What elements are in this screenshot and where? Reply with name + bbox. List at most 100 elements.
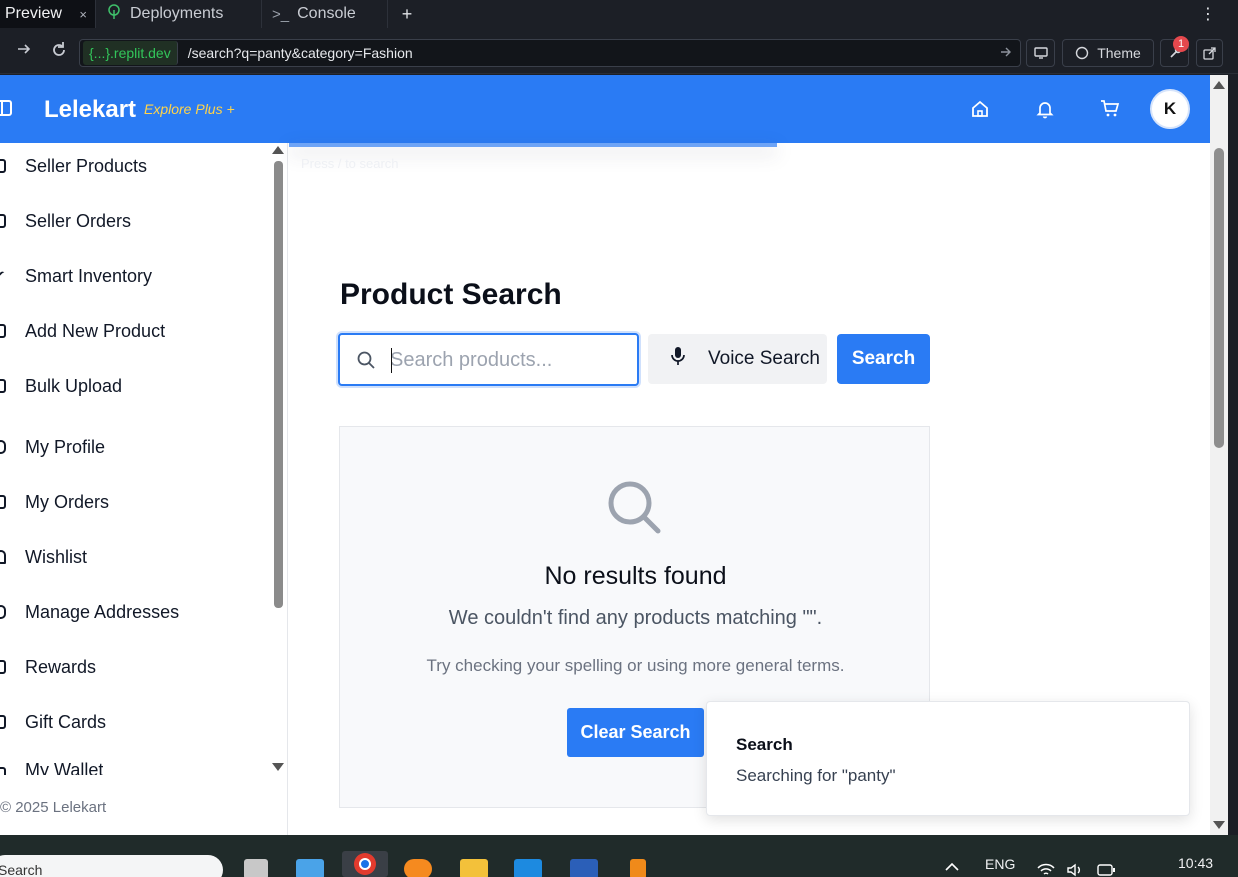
url-path: /search?q=panty&category=Fashion bbox=[187, 45, 413, 61]
os-taskbar: Search ENG 10:43 bbox=[0, 835, 1238, 877]
monitor-icon bbox=[1033, 47, 1048, 59]
text-caret bbox=[391, 348, 392, 373]
sidebar-item-label: Seller Orders bbox=[25, 210, 132, 231]
more-menu-icon[interactable]: ⋮ bbox=[1200, 4, 1216, 24]
cart-icon[interactable] bbox=[1100, 99, 1120, 124]
toast-notification[interactable]: Search Searching for "panty" bbox=[706, 701, 1190, 816]
search-icon bbox=[356, 350, 376, 375]
language-indicator[interactable]: ENG bbox=[985, 856, 1015, 872]
deploy-icon bbox=[106, 4, 122, 24]
device-preview-button[interactable] bbox=[1026, 39, 1055, 67]
sidebar-item-wishlist[interactable]: Wishlist bbox=[0, 542, 87, 572]
tab-deployments-label: Deployments bbox=[130, 5, 224, 22]
tab-bar: Preview × Deployments >_ Console + ⋮ bbox=[0, 0, 1238, 28]
go-arrow-icon[interactable] bbox=[1000, 45, 1012, 61]
page-scrollbar[interactable] bbox=[1210, 75, 1228, 835]
word-icon[interactable] bbox=[570, 859, 598, 877]
tab-preview-label: Preview bbox=[5, 5, 62, 22]
sidebar-item-smart-inventory[interactable]: Smart Inventory bbox=[0, 261, 152, 291]
notification-badge: 1 bbox=[1173, 36, 1189, 52]
sidebar-item-seller-orders[interactable]: Seller Orders bbox=[0, 206, 131, 236]
tab-console[interactable]: >_ Console bbox=[262, 0, 388, 28]
search-hint: Press / to search bbox=[301, 156, 399, 171]
sidebar-item-label: Rewards bbox=[25, 656, 97, 677]
search-input[interactable] bbox=[390, 343, 630, 377]
clock-time[interactable]: 10:43 bbox=[1178, 855, 1213, 871]
gift-icon bbox=[0, 660, 6, 674]
url-host: {...}.replit.dev bbox=[83, 41, 178, 65]
wifi-icon[interactable] bbox=[1036, 863, 1056, 877]
clear-search-button[interactable]: Clear Search bbox=[567, 708, 704, 757]
frame-edge bbox=[1228, 75, 1238, 835]
sidebar-toggle-icon[interactable] bbox=[0, 100, 12, 116]
sidebar-item-my-orders[interactable]: My Orders bbox=[0, 487, 109, 517]
theme-label: Theme bbox=[1097, 45, 1141, 61]
firefox-icon[interactable] bbox=[404, 859, 432, 877]
clipboard-list-icon bbox=[0, 495, 6, 509]
sidebar-scrollbar[interactable] bbox=[272, 143, 286, 773]
sidebar-item-rewards[interactable]: Rewards bbox=[0, 652, 96, 682]
toast-description: Searching for "panty" bbox=[736, 766, 896, 785]
chrome-icon[interactable] bbox=[342, 851, 388, 877]
sidebar-item-seller-products[interactable]: Seller Products bbox=[0, 151, 147, 181]
vscode-icon[interactable] bbox=[514, 859, 542, 877]
package-icon bbox=[0, 159, 6, 173]
home-icon[interactable] bbox=[970, 99, 990, 124]
volume-icon[interactable] bbox=[1066, 863, 1086, 877]
theme-button[interactable]: Theme bbox=[1062, 39, 1154, 67]
palette-icon bbox=[1076, 46, 1089, 60]
sidebar-item-label: Smart Inventory bbox=[25, 265, 153, 286]
tab-preview[interactable]: Preview × bbox=[0, 0, 96, 28]
task-view-icon[interactable] bbox=[244, 859, 268, 877]
search-field[interactable] bbox=[338, 333, 639, 386]
copyright: © 2025 Lelekart bbox=[0, 799, 107, 816]
logo[interactable]: Lelekart bbox=[44, 96, 136, 124]
card-icon bbox=[0, 715, 6, 729]
sidebar-item-gift-cards[interactable]: Gift Cards bbox=[0, 707, 106, 737]
microphone-icon bbox=[670, 346, 686, 372]
chevron-up-icon[interactable] bbox=[944, 859, 960, 875]
sidebar-item-label: Add New Product bbox=[25, 320, 166, 341]
sidebar-scroll-thumb[interactable] bbox=[274, 161, 283, 608]
reload-icon[interactable] bbox=[50, 41, 68, 64]
sidebar-item-manage-addresses[interactable]: Manage Addresses bbox=[0, 597, 179, 627]
avatar[interactable]: K bbox=[1150, 89, 1190, 129]
scroll-down-icon[interactable] bbox=[1213, 821, 1225, 829]
explore-plus-link[interactable]: Explore Plus + bbox=[144, 101, 235, 117]
copilot-icon[interactable] bbox=[296, 859, 324, 877]
scroll-down-icon[interactable] bbox=[272, 763, 284, 771]
file-explorer-icon[interactable] bbox=[460, 859, 488, 877]
sidebar-item-label: Wishlist bbox=[25, 546, 87, 567]
app-header: Lelekart Explore Plus + K bbox=[0, 75, 1210, 143]
voice-search-button[interactable]: Voice Search bbox=[648, 334, 827, 384]
trend-up-icon bbox=[0, 270, 7, 282]
forward-arrow-icon[interactable] bbox=[16, 41, 32, 62]
taskbar-search[interactable]: Search bbox=[0, 855, 223, 877]
sidebar-item-add-new-product[interactable]: Add New Product bbox=[0, 316, 165, 346]
no-results-message: We couldn't find any products matching "… bbox=[448, 607, 823, 629]
close-tab-icon[interactable]: × bbox=[79, 7, 87, 22]
clipboard-icon bbox=[0, 214, 6, 228]
sidebar-item-label: My Profile bbox=[25, 436, 106, 457]
page-scroll-thumb[interactable] bbox=[1214, 148, 1224, 448]
battery-icon[interactable] bbox=[1096, 863, 1118, 877]
sidebar-item-my-profile[interactable]: My Profile bbox=[0, 432, 105, 462]
sidebar-item-my-wallet[interactable]: My Wallet bbox=[0, 761, 103, 775]
sidebar-item-label: Seller Products bbox=[25, 155, 148, 176]
no-results-title: No results found bbox=[544, 562, 727, 590]
tab-deployments[interactable]: Deployments bbox=[96, 0, 262, 28]
bell-icon[interactable] bbox=[1035, 99, 1055, 124]
map-pin-icon bbox=[0, 605, 6, 619]
url-bar[interactable]: {...}.replit.dev /search?q=panty&categor… bbox=[79, 39, 1021, 67]
sidebar-item-bulk-upload[interactable]: Bulk Upload bbox=[0, 371, 122, 401]
sidebar-item-label: My Orders bbox=[25, 491, 110, 512]
wallet-icon bbox=[0, 767, 6, 775]
toast-title: Search bbox=[736, 735, 793, 754]
search-button[interactable]: Search bbox=[837, 334, 930, 384]
scroll-up-icon[interactable] bbox=[272, 146, 284, 154]
open-external-button[interactable] bbox=[1196, 39, 1223, 67]
new-tab-button[interactable]: + bbox=[388, 4, 426, 25]
sidebar-item-label: Gift Cards bbox=[25, 711, 107, 732]
scroll-up-icon[interactable] bbox=[1213, 81, 1225, 89]
vlc-icon[interactable] bbox=[630, 859, 646, 877]
